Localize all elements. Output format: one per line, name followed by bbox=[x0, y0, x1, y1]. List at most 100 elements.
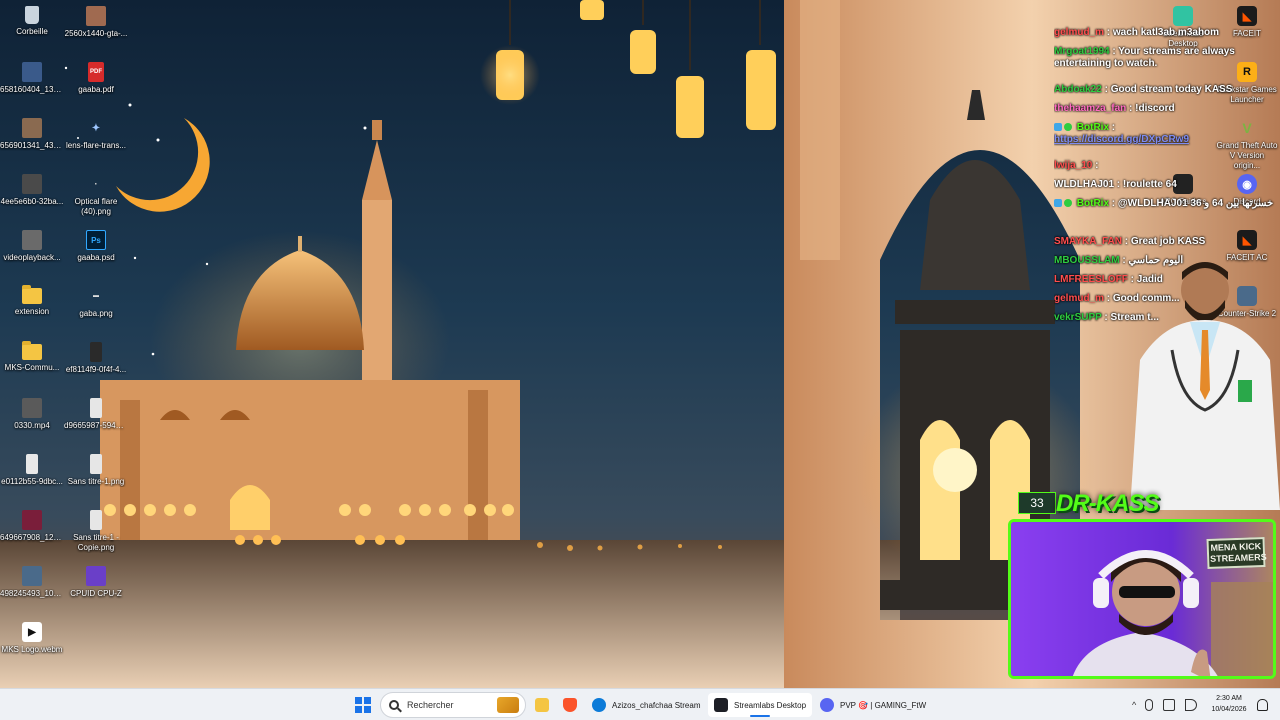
desktop-icon-label: Corbeille bbox=[16, 27, 48, 36]
chat-message: BotRix : https://discord.gg/DXpCRw9 bbox=[1054, 122, 1189, 145]
file-explorer-icon bbox=[535, 698, 549, 712]
desktop-icon-pdf[interactable]: PDF gaaba.pdf bbox=[64, 62, 128, 95]
desktop-icon-label: 658160404_134... bbox=[0, 85, 64, 94]
desktop-icon-label: gaaba.psd bbox=[77, 253, 115, 262]
taskbar-app-brave[interactable] bbox=[558, 693, 582, 717]
mena-kick-badge: MENA KICK STREAMERS bbox=[1206, 536, 1267, 570]
windows-logo-pane bbox=[364, 697, 371, 704]
taskbar-app-file-explorer[interactable] bbox=[530, 693, 554, 717]
desktop-icon-label: d9665987-5944-... bbox=[64, 421, 128, 430]
desktop-icon-label: ef8114f9-0f4f-4... bbox=[65, 365, 127, 374]
image-thumb-icon: ✦ bbox=[91, 122, 101, 134]
chat-text: @WLDLHAJ01 خسرتها بين 64 و 36 bbox=[1117, 198, 1274, 209]
desktop-icon-image[interactable]: Sans titre-1 - Copie.png bbox=[64, 510, 128, 553]
chat-message: WLDLHAJ01 : !roulette 64 bbox=[1054, 179, 1177, 190]
image-thumb-icon bbox=[90, 342, 102, 362]
taskbar-app-edge[interactable]: Azizos_chafchaa Stream bbox=[586, 693, 706, 717]
desktop-icon-folder-mks[interactable]: MKS-Commu... bbox=[0, 341, 64, 373]
verified-badge-icon bbox=[1064, 123, 1072, 131]
microphone-icon[interactable] bbox=[1145, 699, 1154, 711]
chat-username: thehaamza_fan bbox=[1054, 103, 1127, 114]
start-button[interactable] bbox=[355, 697, 371, 713]
notification-bell-icon[interactable] bbox=[1257, 699, 1268, 711]
desktop-icon-psd[interactable]: Ps gaaba.psd bbox=[64, 230, 128, 263]
desktop-icon-image[interactable]: d9665987-5944-... bbox=[64, 398, 128, 431]
desktop-icon-video[interactable]: 0330.mp4 bbox=[0, 398, 64, 431]
chat-message: BotRix : @WLDLHAJ01 خسرتها بين 64 و 36 bbox=[1054, 195, 1280, 233]
desktop-icon-image[interactable]: 498245493_102... bbox=[0, 566, 64, 599]
desktop-icon-corbeille[interactable]: Corbeille bbox=[0, 6, 64, 37]
image-thumb-icon bbox=[90, 454, 102, 474]
desktop-icon-label: 649667908_123... bbox=[0, 533, 64, 542]
webcam-overlay: MENA KICK STREAMERS bbox=[1008, 519, 1276, 679]
chat-username: SMAYKA_FAN bbox=[1054, 236, 1122, 247]
chat-link[interactable]: https://discord.gg/DXpCRw9 bbox=[1054, 134, 1189, 145]
video-thumb-icon bbox=[22, 230, 42, 250]
chat-username: gelmud_m bbox=[1054, 27, 1105, 38]
video-file-icon: ▶ bbox=[22, 622, 42, 642]
chat-username: BotRix bbox=[1076, 122, 1110, 133]
viewer-count: 33 bbox=[1018, 492, 1056, 514]
chat-username: lwija_10 bbox=[1054, 160, 1093, 171]
chat-message: lwija_10 : bbox=[1054, 160, 1099, 171]
desktop-icon-label: Sans titre-1.png bbox=[67, 477, 125, 486]
image-thumb-icon bbox=[86, 6, 106, 26]
search-placeholder: Rechercher bbox=[407, 700, 454, 710]
chat-text: !discord bbox=[1135, 103, 1175, 114]
desktop-icon-image[interactable]: 656901341_430... bbox=[0, 118, 64, 151]
chat-message: thehaamza_fan : !discord bbox=[1054, 103, 1175, 114]
image-thumb-icon bbox=[90, 398, 102, 418]
windows-logo-pane bbox=[355, 706, 362, 713]
chat-text: wach katl3ab m3ahom bbox=[1112, 27, 1220, 38]
desktop-icon-cpuz[interactable]: CPUID CPU-Z bbox=[64, 566, 128, 599]
desktop-icon-video[interactable]: 658160404_134... bbox=[0, 62, 64, 95]
desktop-icon-webm[interactable]: ▶ MKS Logo.webm bbox=[0, 622, 64, 655]
verified-badge-icon bbox=[1064, 199, 1072, 207]
image-thumb-icon bbox=[22, 510, 42, 530]
desktop-icon-image[interactable]: · Optical flare (40).png bbox=[64, 174, 128, 217]
taskbar-clock[interactable]: 2:30 AM 10/04/2026 bbox=[1206, 693, 1252, 715]
desktop-icon-label: e0112b55-9dbc... bbox=[1, 477, 63, 486]
desktop-icon-image[interactable]: ✦ lens-flare-trans... bbox=[64, 118, 128, 151]
chevron-up-icon[interactable]: ^ bbox=[1132, 700, 1136, 710]
image-thumb-icon bbox=[22, 566, 42, 586]
taskbar-search-box[interactable]: Rechercher bbox=[380, 692, 526, 718]
taskbar-app-discord[interactable]: PVP 🎯 | GAMING_FtW bbox=[814, 693, 930, 717]
video-thumb-icon bbox=[22, 62, 42, 82]
photoshop-icon: Ps bbox=[86, 230, 106, 250]
volume-icon[interactable] bbox=[1185, 699, 1198, 711]
desktop-icon-image[interactable]: e0112b55-9dbc... bbox=[0, 454, 64, 487]
desktop-icon-label: CPUID CPU-Z bbox=[70, 589, 122, 598]
desktop-icon-label: 656901341_430... bbox=[0, 141, 64, 150]
desktop-icon-image[interactable]: ▬ gaba.png bbox=[64, 286, 128, 319]
desktop-icon-label: gaaba.pdf bbox=[78, 85, 114, 94]
discord-icon bbox=[820, 698, 834, 712]
desktop-icon-label: 0330.mp4 bbox=[14, 421, 50, 430]
desktop-icon-label: extension bbox=[14, 307, 50, 316]
desktop-icon-label: Optical flare (40).png bbox=[74, 197, 118, 216]
network-icon[interactable] bbox=[1163, 699, 1176, 711]
image-thumb-icon bbox=[22, 174, 42, 194]
taskbar-app-label: Azizos_chafchaa Stream bbox=[612, 700, 701, 710]
video-thumb-icon bbox=[22, 398, 42, 418]
chat-text: !roulette 64 bbox=[1122, 179, 1177, 190]
chat-username: Mrgoat1994 bbox=[1054, 46, 1110, 57]
chat-username: Abdoak22 bbox=[1054, 84, 1102, 95]
clock-date: 10/04/2026 bbox=[1211, 706, 1247, 713]
desktop-icon-image[interactable]: ef8114f9-0f4f-4... bbox=[64, 342, 128, 375]
desktop-icon-image[interactable]: 649667908_123... bbox=[0, 510, 64, 543]
image-thumb-icon: ▬ bbox=[93, 293, 99, 299]
desktop-icon-video[interactable]: videoplayback... bbox=[0, 230, 64, 263]
desktop-icon-image[interactable]: Sans titre-1.png bbox=[64, 454, 128, 487]
desktop-icon-image[interactable]: 4ee5e6b0-32ba... bbox=[0, 174, 64, 207]
desktop-icon-folder-extension[interactable]: extension bbox=[0, 285, 64, 317]
taskbar-app-streamlabs[interactable]: Streamlabs Desktop bbox=[708, 693, 812, 717]
faceit-icon: ◣ bbox=[1237, 6, 1257, 26]
bot-badge-icon bbox=[1054, 123, 1062, 131]
desktop-icon-label: gaba.png bbox=[79, 309, 113, 318]
search-icon bbox=[389, 700, 399, 710]
taskbar: Rechercher Azizos_chafchaa Stream Stream… bbox=[0, 688, 1280, 720]
desktop-icon-image[interactable]: 2560x1440-gta-... bbox=[64, 6, 128, 39]
clock-time: 2:30 AM bbox=[1216, 695, 1242, 702]
streamlabs-icon bbox=[1173, 6, 1193, 26]
